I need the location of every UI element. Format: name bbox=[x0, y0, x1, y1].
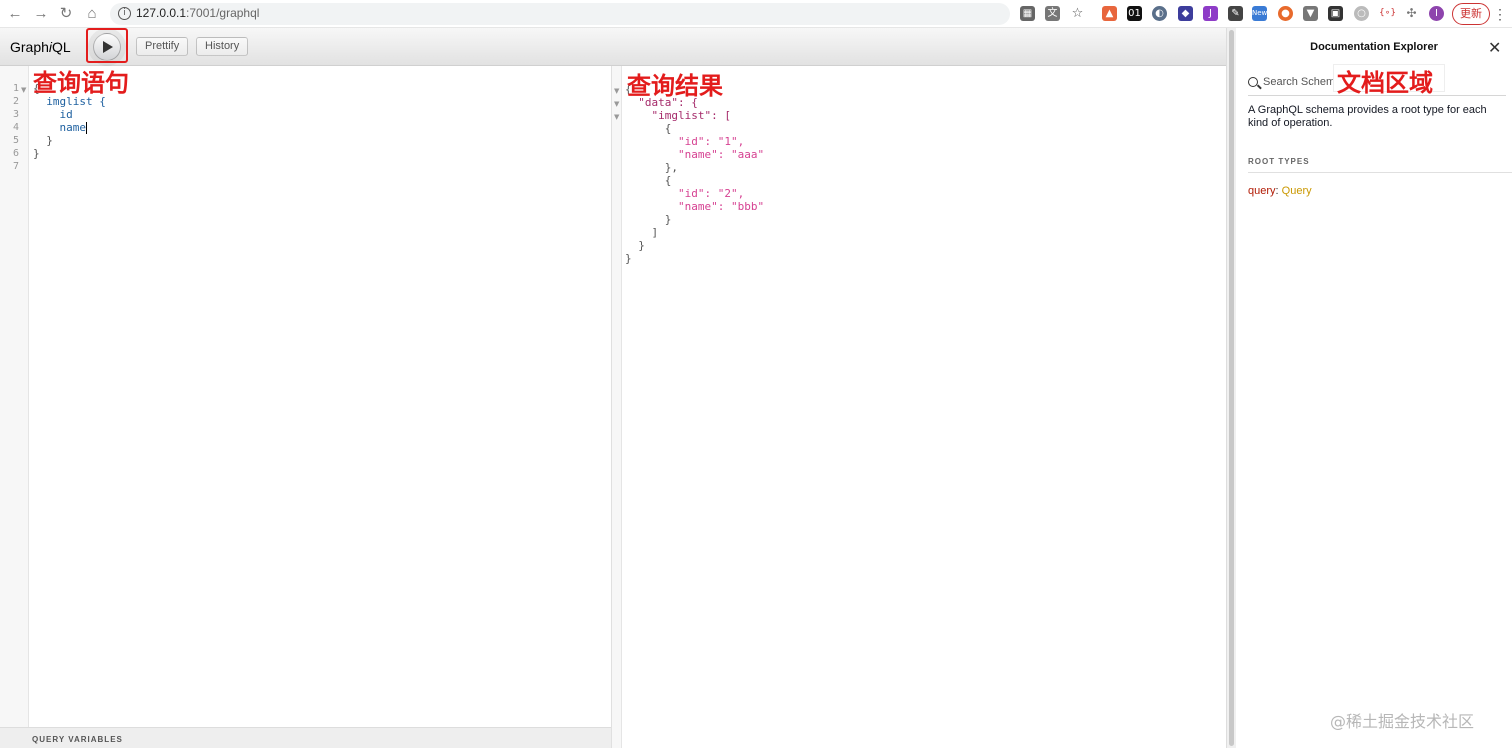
result-line: "id": "2", bbox=[625, 187, 745, 200]
result-line: { bbox=[625, 174, 672, 187]
extension-icon[interactable]: ◆ bbox=[1178, 6, 1193, 21]
root-types-heading: ROOT TYPES bbox=[1248, 157, 1512, 173]
back-arrow-icon[interactable]: ← bbox=[6, 5, 24, 23]
result-line: "name": "aaa" bbox=[625, 148, 765, 161]
line-number: 2 bbox=[12, 96, 19, 107]
query-variables-label: QUERY VARIABLES bbox=[32, 735, 123, 744]
fold-arrow-icon[interactable]: ▼ bbox=[21, 86, 26, 94]
query-editor[interactable]: 1 2 3 4 5 6 7 ▼ { imglist { id name } } … bbox=[0, 66, 612, 748]
search-icon bbox=[1248, 77, 1258, 87]
translate-icon[interactable]: 文 bbox=[1045, 6, 1060, 21]
home-icon[interactable]: ⌂ bbox=[83, 5, 101, 23]
extension-icon[interactable]: ● bbox=[1278, 6, 1293, 21]
watermark: @稀土掘金技术社区 bbox=[1330, 712, 1475, 731]
update-button[interactable]: 更新 bbox=[1452, 3, 1490, 25]
result-line: } bbox=[625, 252, 632, 265]
result-viewer[interactable]: ▼ ▼ ▼ { "data": { "imglist": [ { "id": "… bbox=[612, 66, 1226, 748]
line-number: 7 bbox=[12, 161, 19, 172]
extension-icon[interactable]: ✎ bbox=[1228, 6, 1243, 21]
result-line: "id": "1", bbox=[625, 135, 745, 148]
documentation-explorer: Documentation Explorer ✕ A GraphQL schem… bbox=[1236, 28, 1512, 748]
fold-arrow-icon[interactable]: ▼ bbox=[614, 100, 619, 108]
query-field-link[interactable]: query bbox=[1248, 185, 1276, 197]
text-cursor bbox=[85, 122, 87, 134]
result-annotation: 查询结果 bbox=[627, 72, 723, 100]
code-line: } bbox=[33, 134, 53, 147]
query-root-type: query: Query bbox=[1248, 185, 1312, 197]
extension-icon[interactable]: ◐ bbox=[1152, 6, 1167, 21]
forward-arrow-icon[interactable]: → bbox=[32, 5, 50, 23]
qr-code-icon[interactable]: ▦ bbox=[1020, 6, 1035, 21]
result-line: } bbox=[625, 213, 672, 226]
pane-divider[interactable] bbox=[1226, 28, 1236, 748]
line-number: 5 bbox=[12, 135, 19, 146]
address-bar[interactable]: i 127.0.0.1:7001/graphql bbox=[110, 3, 1010, 25]
result-line: }, bbox=[625, 161, 678, 174]
result-line: ] bbox=[625, 226, 659, 239]
history-button[interactable]: History bbox=[196, 37, 249, 56]
code-line: id bbox=[33, 108, 73, 121]
url-text[interactable]: 127.0.0.1:7001/graphql bbox=[136, 6, 259, 20]
result-line: "imglist": [ bbox=[625, 109, 731, 122]
puzzle-icon[interactable]: ✣ bbox=[1404, 6, 1419, 21]
close-icon[interactable]: ✕ bbox=[1488, 38, 1501, 57]
menu-icon[interactable]: ⋮ bbox=[1493, 5, 1507, 23]
result-gutter: ▼ ▼ ▼ bbox=[612, 66, 622, 748]
extension-icon[interactable]: ▣ bbox=[1328, 6, 1343, 21]
result-line: { bbox=[625, 122, 672, 135]
code-line: } bbox=[33, 147, 40, 160]
fold-arrow-icon[interactable]: ▼ bbox=[614, 113, 619, 121]
avatar[interactable]: I bbox=[1429, 6, 1444, 21]
graphiql-toolbar: GraphiQL Prettify History bbox=[0, 28, 1226, 66]
graphiql-logo: GraphiQL bbox=[10, 39, 71, 55]
result-line: } bbox=[625, 239, 645, 252]
extension-icon[interactable]: 01 bbox=[1127, 6, 1142, 21]
docs-description: A GraphQL schema provides a root type fo… bbox=[1248, 104, 1487, 129]
query-type-link[interactable]: Query bbox=[1282, 185, 1312, 197]
query-variables-bar[interactable]: QUERY VARIABLES bbox=[0, 727, 611, 748]
result-line: "name": "bbb" bbox=[625, 200, 765, 213]
reload-icon[interactable]: ↻ bbox=[57, 5, 75, 23]
line-number: 6 bbox=[12, 148, 19, 159]
prettify-button[interactable]: Prettify bbox=[136, 37, 189, 56]
bookmark-star-icon[interactable]: ☆ bbox=[1070, 6, 1085, 21]
line-number: 1 bbox=[12, 83, 19, 94]
extension-icon[interactable]: ▼ bbox=[1303, 6, 1318, 21]
line-number-gutter: 1 2 3 4 5 6 7 ▼ bbox=[0, 66, 29, 727]
docs-title: Documentation Explorer bbox=[1310, 41, 1438, 53]
extension-icon[interactable]: {∘} bbox=[1379, 6, 1396, 21]
extension-icon[interactable]: J bbox=[1203, 6, 1218, 21]
docs-annotation: 文档区域 bbox=[1337, 69, 1433, 97]
query-annotation: 查询语句 bbox=[33, 69, 129, 97]
line-number: 4 bbox=[12, 122, 19, 133]
scrollbar-thumb[interactable] bbox=[1229, 30, 1234, 746]
extension-icon[interactable]: ○ bbox=[1354, 6, 1369, 21]
code-line: name bbox=[33, 121, 87, 134]
execute-highlight-box bbox=[86, 28, 128, 63]
extension-icon[interactable]: New bbox=[1252, 6, 1267, 21]
line-number: 3 bbox=[12, 109, 19, 120]
fold-arrow-icon[interactable]: ▼ bbox=[614, 87, 619, 95]
browser-toolbar: ← → ↻ ⌂ i 127.0.0.1:7001/graphql ▦ 文 ☆ ▲… bbox=[0, 0, 1512, 28]
extension-icon[interactable]: ▲ bbox=[1102, 6, 1117, 21]
info-icon[interactable]: i bbox=[118, 7, 131, 20]
